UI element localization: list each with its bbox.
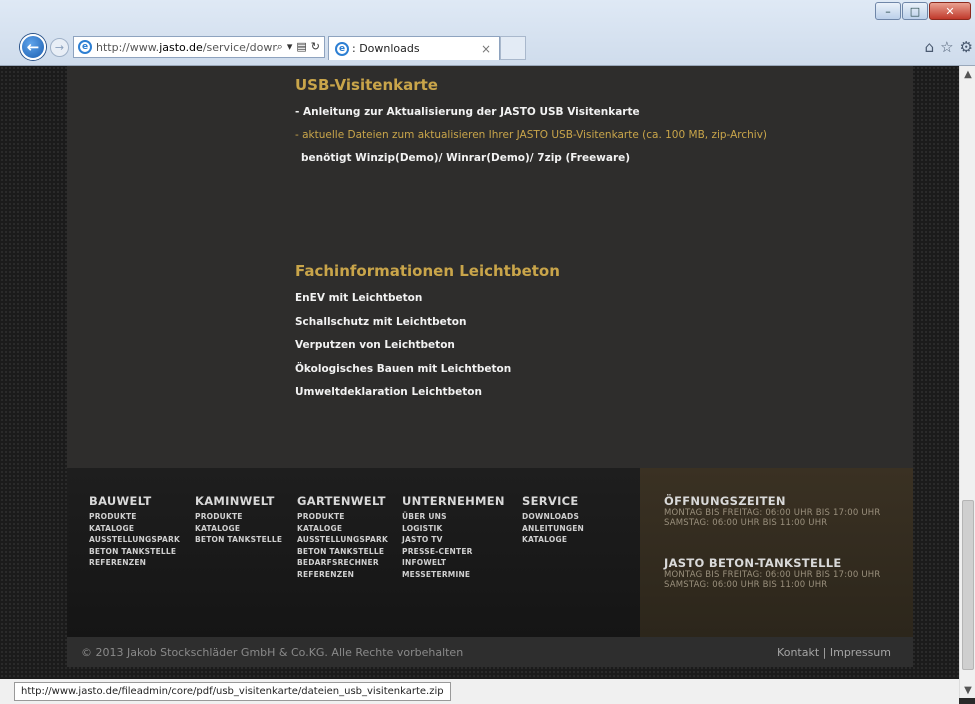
impressum-link[interactable]: Impressum [830, 646, 891, 659]
status-bar: http://www.jasto.de/fileadmin/core/pdf/u… [0, 679, 959, 704]
footer-link[interactable]: REFERENZEN [297, 570, 388, 582]
main-content: USB-Visitenkarte - Anleitung zur Aktuali… [67, 66, 913, 468]
arrow-left-icon: ← [26, 38, 40, 56]
address-domain: jasto.de [159, 40, 203, 54]
fach-link-schallschutz[interactable]: Schallschutz mit Leichtbeton [295, 316, 560, 340]
tab-downloads[interactable]: e : Downloads × [328, 36, 500, 60]
footer-bottom-links: Kontakt | Impressum [777, 646, 891, 659]
footer-col-title[interactable]: UNTERNEHMEN [402, 494, 505, 508]
address-prefix: http://www. [96, 40, 160, 54]
dropdown-icon[interactable]: ▾ [287, 40, 293, 54]
footer-link[interactable]: LOGISTIK [402, 524, 505, 536]
gear-icon[interactable]: ⚙ [960, 38, 973, 56]
opening-hours-panel: ÖFFNUNGSZEITEN MONTAG BIS FREITAG: 06:00… [640, 468, 913, 637]
forward-button[interactable]: → [50, 38, 69, 57]
footer-link[interactable]: MESSETERMINE [402, 570, 505, 582]
fach-link-verputzen[interactable]: Verputzen von Leichtbeton [295, 339, 560, 363]
vertical-scrollbar[interactable]: ▲ ▼ [959, 66, 975, 698]
copyright-text: © 2013 Jakob Stockschläder GmbH & Co.KG.… [81, 645, 464, 659]
hours-title: JASTO BETON-TANKSTELLE [664, 556, 842, 570]
fach-section: Fachinformationen Leichtbeton EnEV mit L… [295, 262, 560, 410]
usb-heading: USB-Visitenkarte [295, 76, 438, 94]
close-window-button[interactable]: ✕ [929, 2, 971, 20]
maximize-button[interactable]: □ [902, 2, 928, 20]
page-viewport: USB-Visitenkarte - Anleitung zur Aktuali… [0, 66, 959, 679]
hours-title: ÖFFNUNGSZEITEN [664, 494, 786, 508]
address-path: /service/down [202, 40, 277, 54]
hours-line: MONTAG BIS FREITAG: 06:00 UHR BIS 17:00 … [664, 570, 881, 580]
footer-link[interactable]: KATALOGE [89, 524, 180, 536]
usb-files-link[interactable]: - aktuelle Dateien zum aktualisieren Ihr… [295, 129, 767, 152]
address-text[interactable]: http://www.jasto.de/service/down [96, 41, 277, 54]
hours-line: SAMSTAG: 06:00 UHR BIS 11:00 UHR [664, 580, 828, 590]
footer-link[interactable]: INFOWELT [402, 558, 505, 570]
footer-link[interactable]: PRODUKTE [195, 512, 282, 524]
footer-col-title[interactable]: BAUWELT [89, 494, 180, 508]
footer-link[interactable]: PRESSE-CENTER [402, 547, 505, 559]
footer-link[interactable]: KATALOGE [297, 524, 388, 536]
search-icon[interactable]: ⌕ [277, 40, 283, 54]
footer-link[interactable]: REFERENZEN [89, 558, 180, 570]
footer-nav: BAUWELT PRODUKTE KATALOGE AUSSTELLUNGSPA… [67, 468, 640, 637]
footer-link[interactable]: KATALOGE [522, 535, 584, 547]
ie-page-icon: e [78, 40, 92, 54]
ie-tab-icon: e [335, 41, 349, 56]
refresh-icon[interactable]: ↻ [311, 40, 320, 54]
opening-hours: ÖFFNUNGSZEITEN MONTAG BIS FREITAG: 06:00… [664, 494, 881, 528]
usb-manual-link[interactable]: - Anleitung zur Aktualisierung der JASTO… [295, 106, 767, 129]
fach-link-enev[interactable]: EnEV mit Leichtbeton [295, 292, 560, 316]
tab-title: : Downloads [352, 42, 420, 55]
footer-link[interactable]: JASTO TV [402, 535, 505, 547]
footer-col-kaminwelt: KAMINWELT PRODUKTE KATALOGE BETON TANKST… [195, 494, 282, 547]
arrow-right-icon: → [54, 41, 65, 54]
browser-chrome: – □ ✕ ← → e http://www.jasto.de/service/… [0, 0, 975, 66]
favorites-star-icon[interactable]: ☆ [940, 38, 953, 56]
footer-link[interactable]: BETON TANKSTELLE [89, 547, 180, 559]
close-tab-icon[interactable]: × [481, 42, 491, 56]
minimize-button[interactable]: – [875, 2, 901, 20]
footer-col-service: SERVICE DOWNLOADS ANLEITUNGEN KATALOGE [522, 494, 584, 547]
footer-col-unternehmen: UNTERNEHMEN ÜBER UNS LOGISTIK JASTO TV P… [402, 494, 505, 581]
status-url: http://www.jasto.de/fileadmin/core/pdf/u… [14, 682, 451, 701]
home-icon[interactable]: ⌂ [925, 38, 935, 56]
footer-link[interactable]: ANLEITUNGEN [522, 524, 584, 536]
fach-link-umweltdeklaration[interactable]: Umweltdeklaration Leichtbeton [295, 386, 560, 410]
usb-section: USB-Visitenkarte - Anleitung zur Aktuali… [295, 76, 767, 175]
back-button[interactable]: ← [20, 34, 46, 60]
footer-bottom-bar: © 2013 Jakob Stockschläder GmbH & Co.KG.… [67, 637, 913, 667]
footer-link[interactable]: BETON TANKSTELLE [195, 535, 282, 547]
footer-link[interactable]: DOWNLOADS [522, 512, 584, 524]
new-tab-button[interactable] [500, 36, 526, 60]
compatibility-icon[interactable]: ▤ [296, 40, 306, 54]
usb-requirements-text: benötigt Winzip(Demo)/ Winrar(Demo)/ 7zi… [301, 152, 631, 164]
browser-tools: ⌂ ☆ ⚙ [925, 38, 973, 56]
link-separator: | [819, 645, 830, 659]
footer-col-title[interactable]: GARTENWELT [297, 494, 388, 508]
tankstelle-hours: JASTO BETON-TANKSTELLE MONTAG BIS FREITA… [664, 556, 881, 590]
footer-link[interactable]: BETON TANKSTELLE [297, 547, 388, 559]
footer-link[interactable]: KATALOGE [195, 524, 282, 536]
hours-line: MONTAG BIS FREITAG: 06:00 UHR BIS 17:00 … [664, 508, 881, 518]
footer-link[interactable]: AUSSTELLUNGSPARK [89, 535, 180, 547]
footer-col-gartenwelt: GARTENWELT PRODUKTE KATALOGE AUSSTELLUNG… [297, 494, 388, 581]
footer-link[interactable]: AUSSTELLUNGSPARK [297, 535, 388, 547]
footer-col-title[interactable]: KAMINWELT [195, 494, 282, 508]
hours-line: SAMSTAG: 06:00 UHR BIS 11:00 UHR [664, 518, 828, 528]
scroll-down-icon[interactable]: ▼ [960, 682, 975, 698]
footer-link[interactable]: BEDARFSRECHNER [297, 558, 388, 570]
footer-link[interactable]: ÜBER UNS [402, 512, 505, 524]
scrollbar-thumb[interactable] [962, 500, 974, 670]
fach-link-oekologisch[interactable]: Ökologisches Bauen mit Leichtbeton [295, 363, 560, 387]
window-controls: – □ ✕ [875, 2, 971, 20]
footer-col-title[interactable]: SERVICE [522, 494, 584, 508]
kontakt-link[interactable]: Kontakt [777, 646, 819, 659]
footer-col-bauwelt: BAUWELT PRODUKTE KATALOGE AUSSTELLUNGSPA… [89, 494, 180, 570]
footer-link[interactable]: PRODUKTE [297, 512, 388, 524]
footer-link[interactable]: PRODUKTE [89, 512, 180, 524]
fach-heading: Fachinformationen Leichtbeton [295, 262, 560, 280]
scroll-up-icon[interactable]: ▲ [960, 66, 975, 82]
address-bar[interactable]: e http://www.jasto.de/service/down ⌕ ▾ ▤… [73, 36, 325, 58]
